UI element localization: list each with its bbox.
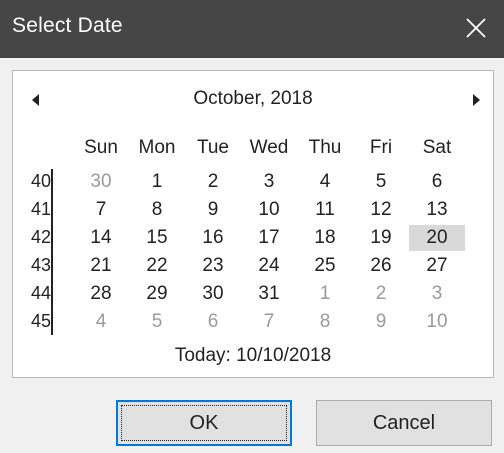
triangle-right-icon[interactable] [469,91,483,109]
day-cell[interactable]: 22 [129,253,185,279]
day-cell[interactable]: 24 [241,253,297,279]
day-cell[interactable]: 7 [73,197,129,223]
day-cell[interactable]: 6 [409,169,465,195]
week-number: 44 [30,283,51,303]
day-cell[interactable]: 11 [297,197,353,223]
day-cell[interactable]: 15 [129,225,185,251]
day-cell[interactable]: 16 [185,225,241,251]
day-cell[interactable]: 12 [353,197,409,223]
day-cell[interactable]: 14 [73,225,129,251]
week-number: 41 [30,199,51,219]
weekday-label: Fri [369,137,393,158]
day-cell[interactable]: 5 [353,169,409,195]
day-cell[interactable]: 5 [129,309,185,335]
day-cell[interactable]: 21 [73,253,129,279]
week-number-divider [51,169,53,335]
close-button[interactable] [458,10,494,46]
title-bar: Select Date [0,0,504,58]
ok-button[interactable]: OK [116,400,292,446]
month-calendar[interactable]: October, 2018 Sun Mon Tue Wed Thu Fri Sat 40 41… [12,70,494,378]
day-cell[interactable]: 13 [409,197,465,223]
day-cell[interactable]: 7 [241,309,297,335]
month-header: October, 2018 [13,85,493,115]
day-cell[interactable]: 18 [297,225,353,251]
focus-rectangle [121,405,287,441]
weekday-label: Sat [422,137,452,158]
month-label[interactable]: October, 2018 [13,88,493,110]
cancel-button[interactable]: Cancel [316,400,492,446]
selected-day-cell[interactable]: 20 [409,225,465,251]
weekday-label: Thu [308,137,342,158]
weekday-header: Sun Mon Tue Wed Thu Fri Sat [13,137,493,165]
window-title: Select Date [12,14,123,37]
day-cell[interactable]: 4 [297,169,353,195]
cancel-button-label: Cancel [372,412,436,434]
day-cell[interactable]: 30 [185,281,241,307]
day-cell[interactable]: 17 [241,225,297,251]
day-cell[interactable]: 29 [129,281,185,307]
day-cell[interactable]: 2 [353,281,409,307]
weekday-label: Wed [249,137,289,158]
today-link[interactable]: Today: 10/10/2018 [13,345,493,367]
day-cell[interactable]: 1 [129,169,185,195]
week-number: 42 [30,227,51,247]
day-cell[interactable]: 4 [73,309,129,335]
day-cell[interactable]: 6 [185,309,241,335]
close-icon [466,18,486,38]
day-cell[interactable]: 10 [241,197,297,223]
weekday-label: Sun [84,137,118,158]
week-number: 43 [30,255,51,275]
day-cell[interactable]: 3 [241,169,297,195]
weekday-label: Tue [196,137,230,158]
weekday-label: Mon [138,137,176,158]
day-cell[interactable]: 9 [353,309,409,335]
day-cell[interactable]: 8 [129,197,185,223]
day-cell[interactable]: 25 [297,253,353,279]
day-cell[interactable]: 27 [409,253,465,279]
week-number: 45 [30,311,51,331]
day-cell[interactable]: 30 [73,169,129,195]
day-cell[interactable]: 3 [409,281,465,307]
day-cell[interactable]: 2 [185,169,241,195]
day-cell[interactable]: 1 [297,281,353,307]
day-cell[interactable]: 10 [409,309,465,335]
day-cell[interactable]: 31 [241,281,297,307]
day-cell[interactable]: 9 [185,197,241,223]
day-cell[interactable]: 28 [73,281,129,307]
day-cell[interactable]: 23 [185,253,241,279]
day-cell[interactable]: 26 [353,253,409,279]
week-number: 40 [30,171,51,191]
day-cell[interactable]: 8 [297,309,353,335]
day-cell[interactable]: 19 [353,225,409,251]
